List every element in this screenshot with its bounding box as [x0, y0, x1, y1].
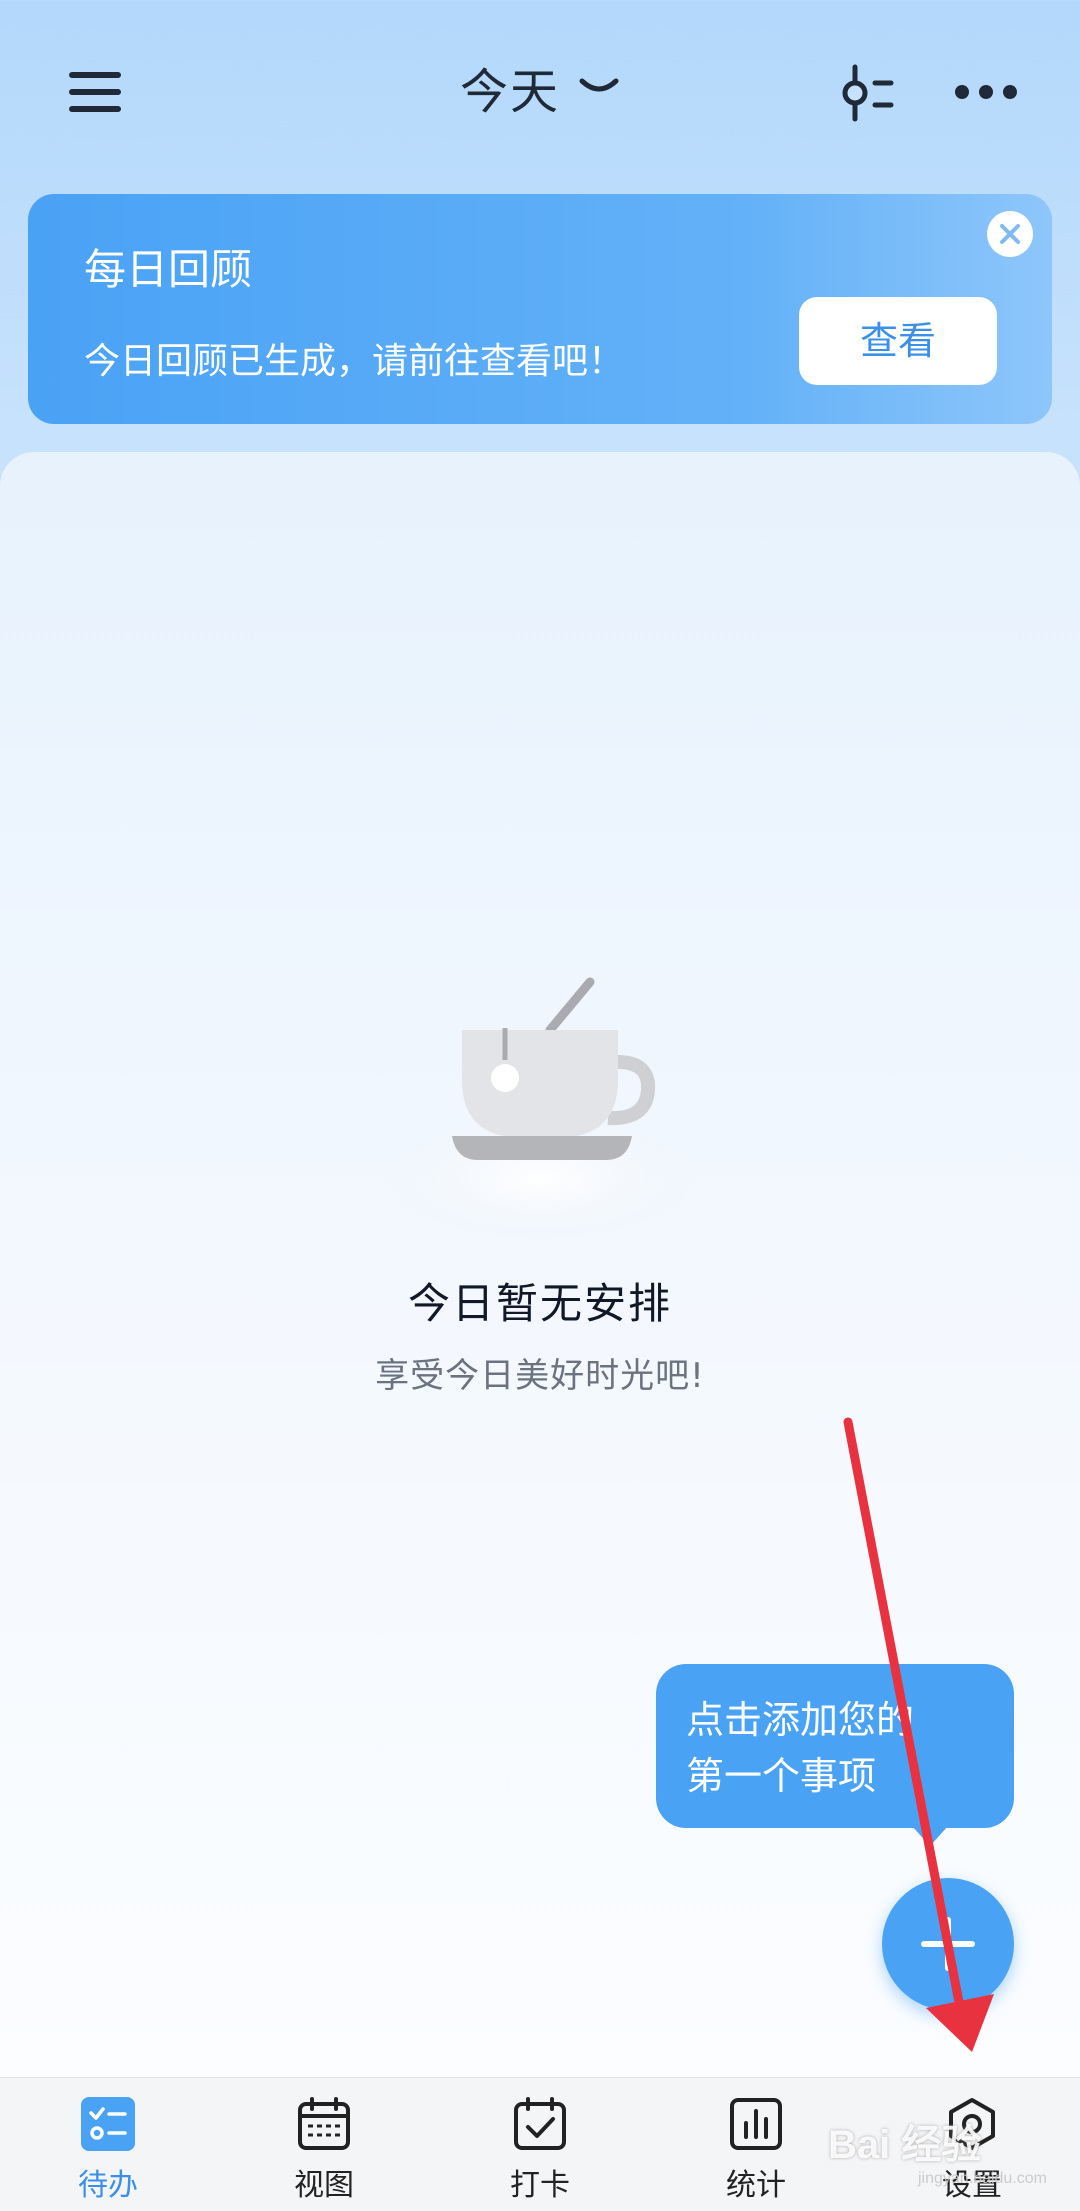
top-bar: 今天	[0, 0, 1080, 190]
tab-label-checkin: 打卡	[510, 2168, 570, 2203]
tab-checkin[interactable]: 打卡	[432, 2078, 648, 2211]
banner-text: 今日回顾已生成，请前往查看吧！	[84, 341, 625, 382]
watermark-main: Bai 经验	[828, 2123, 982, 2167]
plus-icon	[921, 1917, 975, 1971]
tooltip-line-1: 点击添加您的	[686, 1698, 915, 1742]
date-selector[interactable]: 今天	[460, 52, 620, 122]
calendar-icon	[296, 2096, 352, 2152]
page-title: 今天	[459, 64, 560, 120]
todo-icon	[80, 2096, 136, 2152]
daily-review-banner: 每日回顾 今日回顾已生成，请前往查看吧！ 查看	[28, 194, 1052, 424]
tab-view[interactable]: 视图	[216, 2078, 432, 2211]
empty-title: 今日暂无安排	[407, 1279, 672, 1328]
tab-todo[interactable]: 待办	[0, 2078, 216, 2211]
close-icon[interactable]	[987, 211, 1033, 257]
banner-title: 每日回顾	[84, 245, 253, 294]
tooltip-tail	[912, 1826, 948, 1846]
tooltip-line-2: 第一个事项	[686, 1754, 877, 1798]
stats-icon	[728, 2096, 784, 2152]
checkin-icon	[512, 2096, 568, 2152]
chevron-down-icon	[579, 78, 619, 92]
coffee-cup-icon	[380, 960, 700, 1250]
add-item-button[interactable]	[882, 1878, 1014, 2010]
watermark-sub: jingyan.baidu.com	[918, 2170, 1047, 2187]
view-button[interactable]: 查看	[799, 297, 997, 385]
tab-label-view: 视图	[294, 2168, 354, 2203]
more-icon[interactable]	[950, 72, 1022, 112]
add-tooltip: 点击添加您的 第一个事项	[656, 1664, 1014, 1828]
tab-label-stats: 统计	[726, 2168, 786, 2203]
filter-icon[interactable]	[830, 58, 900, 128]
baidu-watermark: Bai 经验 jingyan.baidu.com	[828, 2104, 1060, 2200]
title-wrap: 今天	[0, 52, 1080, 132]
empty-subtitle: 享受今日美好时光吧!	[375, 1356, 705, 1396]
tab-label-todo: 待办	[78, 2168, 138, 2203]
